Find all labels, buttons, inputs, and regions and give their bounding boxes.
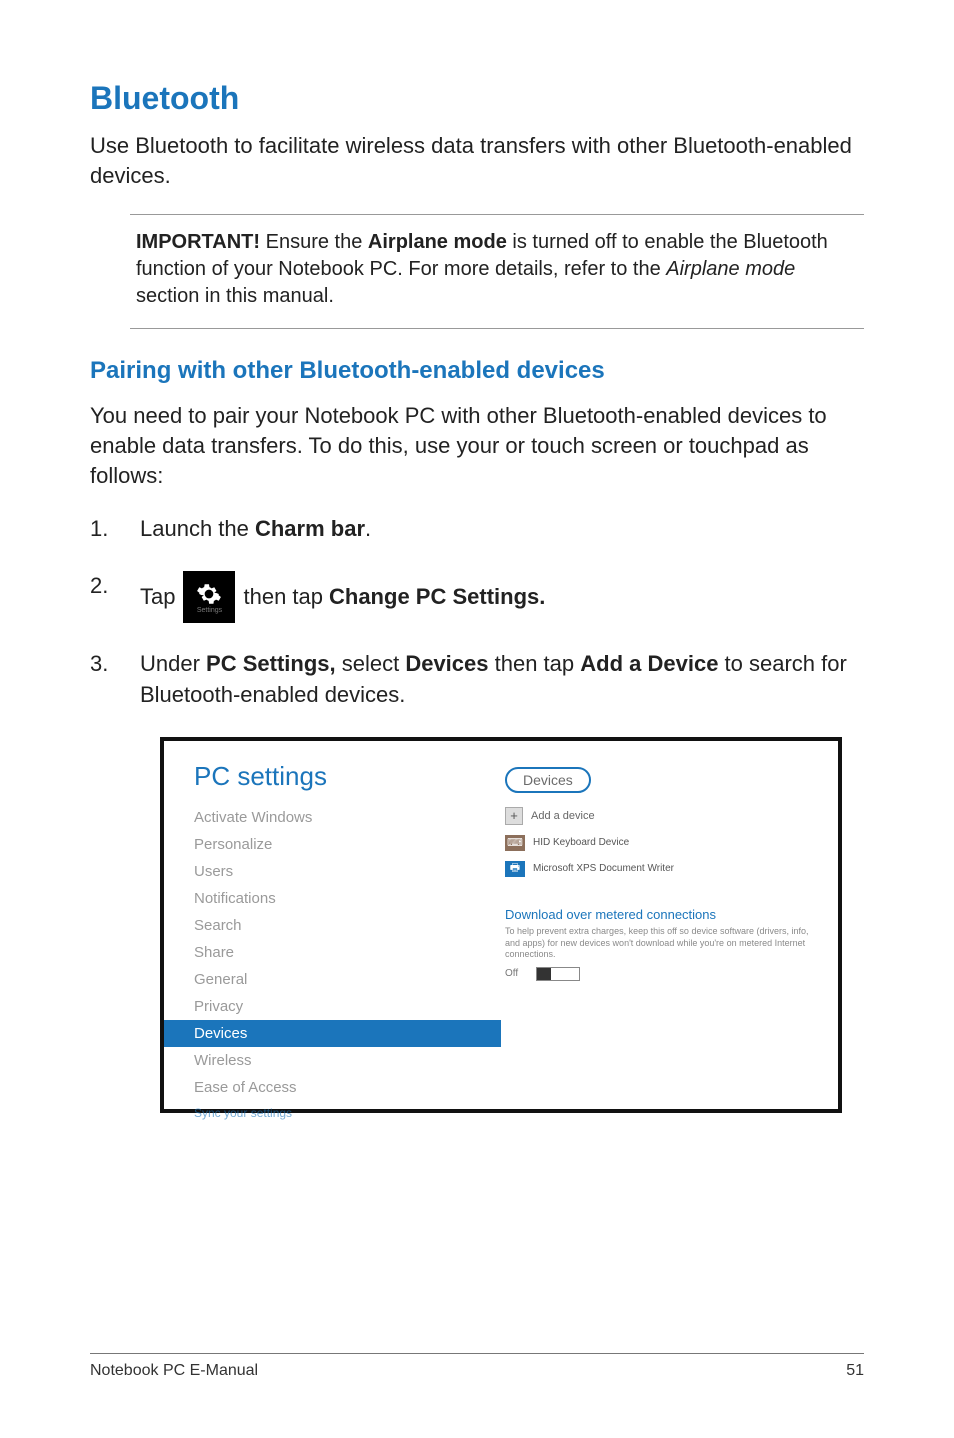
footer-title: Notebook PC E-Manual [90, 1362, 258, 1380]
step-bold: Devices [405, 651, 488, 676]
step-bold: PC Settings, [206, 651, 336, 676]
step-bold: Charm bar [255, 516, 365, 541]
pc-settings-screenshot: PC settings Activate Windows Personalize… [160, 737, 842, 1113]
step-text: Tap [140, 582, 175, 613]
callout-text: section in this manual. [136, 285, 334, 307]
add-device-button[interactable]: + Add a device [505, 807, 816, 825]
nav-activate-windows[interactable]: Activate Windows [194, 804, 491, 831]
nav-personalize[interactable]: Personalize [194, 831, 491, 858]
step-text: . [365, 516, 371, 541]
step-text: Under [140, 651, 206, 676]
nav-devices[interactable]: Devices [164, 1020, 501, 1047]
page-footer: Notebook PC E-Manual 51 [90, 1353, 864, 1380]
intro2-paragraph: You need to pair your Notebook PC with o… [90, 401, 864, 490]
section-heading: Bluetooth [90, 80, 864, 117]
add-device-label: Add a device [531, 810, 595, 822]
nav-users[interactable]: Users [194, 858, 491, 885]
nav-share[interactable]: Share [194, 939, 491, 966]
plus-icon: + [505, 807, 523, 825]
device-label: HID Keyboard Device [533, 837, 629, 848]
toggle-label: Off [505, 968, 518, 979]
callout-label: IMPORTANT! [136, 231, 260, 253]
nav-search[interactable]: Search [194, 912, 491, 939]
subsection-heading: Pairing with other Bluetooth-enabled dev… [90, 357, 864, 385]
devices-heading-circled: Devices [505, 767, 591, 793]
nav-privacy[interactable]: Privacy [194, 993, 491, 1020]
step-3: 3. Under PC Settings, select Devices the… [90, 649, 864, 711]
step-text: select [336, 651, 406, 676]
document-icon: 🖶 [505, 861, 525, 877]
step-2: 2. Tap Settings then tap Change PC Setti… [90, 571, 864, 623]
step-1: 1. Launch the Charm bar. [90, 514, 864, 545]
device-label: Microsoft XPS Document Writer [533, 863, 674, 874]
device-row-keyboard[interactable]: ⌨ HID Keyboard Device [505, 835, 816, 851]
nav-wireless[interactable]: Wireless [194, 1047, 491, 1074]
metered-toggle[interactable] [536, 967, 580, 981]
settings-nav: Activate Windows Personalize Users Notif… [194, 804, 491, 1125]
step-number: 2. [90, 571, 140, 623]
nav-general[interactable]: General [194, 966, 491, 993]
step-bold: Change PC Settings. [329, 582, 545, 613]
download-metered-heading: Download over metered connections [505, 907, 816, 922]
step-text: then tap [243, 582, 323, 613]
callout-text: Ensure the [260, 231, 368, 253]
intro-paragraph: Use Bluetooth to facilitate wireless dat… [90, 131, 864, 190]
toggle-knob [537, 968, 551, 980]
step-bold: Add a Device [580, 651, 718, 676]
step-text: then tap [489, 651, 581, 676]
step-text: Launch the [140, 516, 255, 541]
footer-page-number: 51 [846, 1362, 864, 1380]
download-metered-description: To help prevent extra charges, keep this… [505, 926, 816, 961]
settings-charm-icon: Settings [183, 571, 235, 623]
nav-sync-settings[interactable]: Sync your settings [194, 1101, 491, 1125]
nav-ease-of-access[interactable]: Ease of Access [194, 1074, 491, 1101]
callout-bold: Airplane mode [368, 231, 507, 253]
device-row-xps[interactable]: 🖶 Microsoft XPS Document Writer [505, 861, 816, 877]
callout-italic: Airplane mode [666, 258, 795, 280]
gear-icon [196, 581, 222, 607]
keyboard-icon: ⌨ [505, 835, 525, 851]
pc-settings-title: PC settings [194, 761, 491, 792]
important-callout: IMPORTANT! Ensure the Airplane mode is t… [130, 214, 864, 329]
step-number: 3. [90, 649, 140, 711]
nav-notifications[interactable]: Notifications [194, 885, 491, 912]
settings-icon-label: Settings [197, 607, 222, 614]
step-number: 1. [90, 514, 140, 545]
